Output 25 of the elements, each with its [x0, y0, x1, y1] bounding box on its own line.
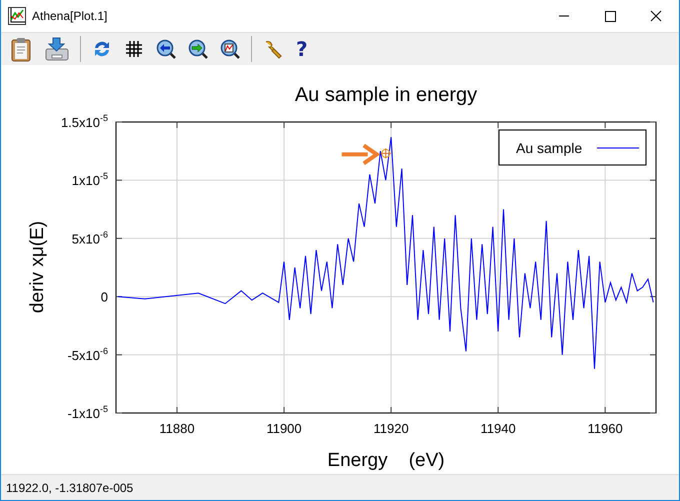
cursor-coordinates: 11922.0, -1.31807e-005: [6, 480, 134, 494]
grid-icon[interactable]: [123, 38, 145, 60]
y-tick-label: -5x10$^{-6}$: [67, 346, 108, 363]
x-tick-label: 11880: [159, 421, 195, 436]
x-tick-label: 11920: [374, 421, 409, 436]
x-axis-label: Energy (eV): [327, 450, 445, 471]
y-axis-label: deriv xμ(E): [27, 220, 48, 314]
chart-title: Au sample in energy: [294, 84, 478, 106]
crosshair-marker: [380, 148, 392, 159]
legend-label: Au sample: [516, 140, 582, 156]
y-tick-label: 1x10$^{-5}$: [72, 171, 108, 188]
window-title: Athena[Plot.1]: [32, 9, 108, 23]
zoom-forward-icon[interactable]: [187, 38, 209, 60]
x-tick-label: 11900: [266, 421, 302, 436]
tray-download-icon[interactable]: [44, 36, 70, 62]
y-tick-label: 5x10$^{-6}$: [72, 229, 108, 246]
x-tick-label: 11940: [480, 421, 516, 436]
y-tick-label: 1.5x10$^{-5}$: [60, 113, 108, 130]
zoom-reset-icon[interactable]: [219, 38, 241, 60]
chart-icon: [8, 7, 26, 25]
y-tick-label: -1x10$^{-5}$: [67, 404, 108, 421]
x-tick-label: 11960: [588, 421, 623, 436]
zoom-back-icon[interactable]: [155, 38, 177, 60]
y-tick-label: 0: [100, 290, 108, 305]
help-button[interactable]: ?: [294, 39, 310, 59]
